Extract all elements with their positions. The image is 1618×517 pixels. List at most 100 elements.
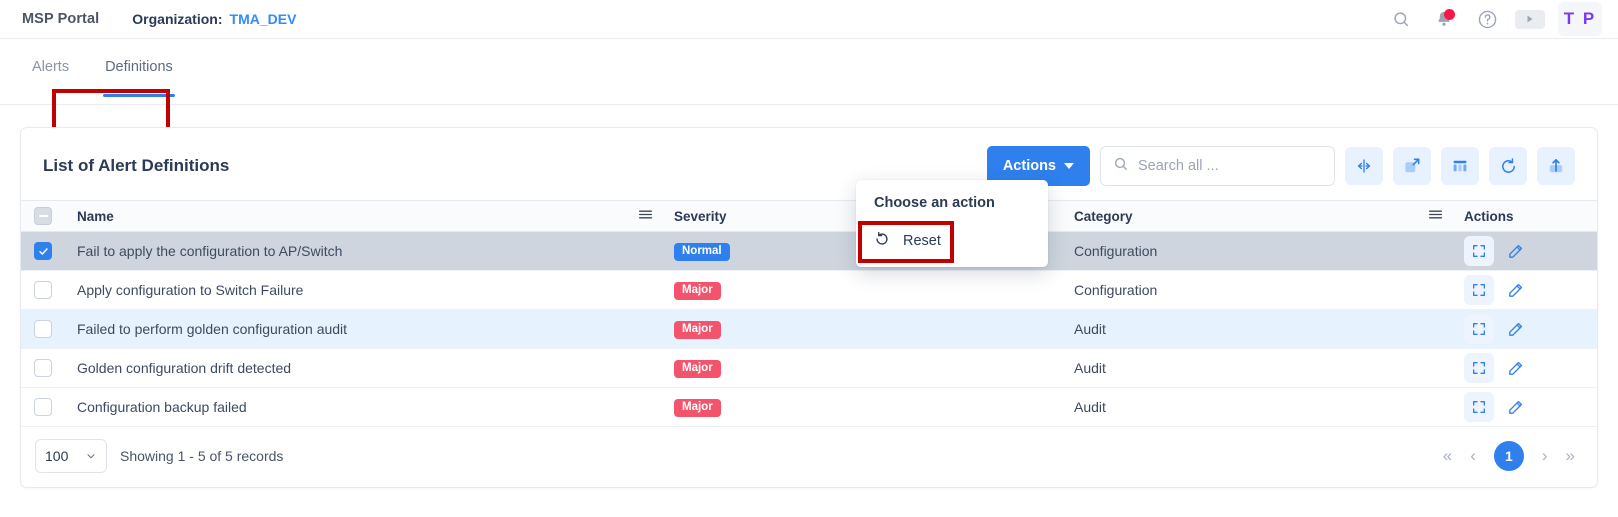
- top-bar: MSP Portal Organization: TMA_DEV: [0, 0, 1618, 39]
- table-footer: 100 Showing 1 - 5 of 5 records « ‹ 1 › »: [21, 427, 1597, 487]
- cell-name: Apply configuration to Switch Failure: [65, 271, 662, 310]
- status-badge: Major: [674, 282, 721, 301]
- row-checkbox[interactable]: [34, 242, 52, 260]
- table-row[interactable]: Apply configuration to Switch Failure Maj…: [21, 271, 1597, 310]
- expand-icon[interactable]: [1393, 147, 1431, 185]
- table-row[interactable]: Failed to perform golden configuration a…: [21, 310, 1597, 349]
- table-row[interactable]: Golden configuration drift detectedMajor…: [21, 349, 1597, 388]
- top-bar-actions: T P: [1386, 2, 1602, 36]
- row-select-cell: [21, 271, 65, 310]
- export-upload-icon[interactable]: [1537, 147, 1575, 185]
- expand-details-icon[interactable]: [1464, 353, 1494, 383]
- column-header-actions-label: Actions: [1464, 209, 1514, 224]
- expand-details-icon[interactable]: [1464, 236, 1494, 266]
- column-header-category[interactable]: Category: [1062, 201, 1452, 232]
- chevron-down-icon: [85, 450, 97, 462]
- cell-severity: Major: [662, 271, 1062, 310]
- refresh-icon[interactable]: [1489, 147, 1527, 185]
- row-checkbox[interactable]: [34, 398, 52, 416]
- cell-name: Golden configuration drift detected: [65, 349, 662, 388]
- cell-category: Audit: [1062, 349, 1452, 388]
- search-icon[interactable]: [1386, 4, 1416, 34]
- tab-bar: Alerts Definitions: [0, 39, 1618, 105]
- organization-value[interactable]: TMA_DEV: [230, 11, 297, 27]
- avatar[interactable]: T P: [1558, 2, 1602, 36]
- table-header-row: Name Severity Category: [21, 201, 1597, 232]
- row-action-group: [1464, 236, 1585, 266]
- cell-category: Configuration: [1062, 232, 1452, 271]
- tab-alerts[interactable]: Alerts: [14, 39, 87, 105]
- alert-definitions-table: Name Severity Category: [21, 200, 1597, 427]
- page-content: List of Alert Definitions Actions: [0, 105, 1618, 488]
- edit-pencil-icon[interactable]: [1500, 353, 1530, 383]
- notifications-bell-icon[interactable]: [1429, 4, 1459, 34]
- cell-category: Audit: [1062, 310, 1452, 349]
- cell-name: Configuration backup failed: [65, 388, 662, 427]
- status-badge: Major: [674, 399, 721, 418]
- row-action-group: [1464, 353, 1585, 383]
- column-menu-icon[interactable]: [1428, 209, 1443, 224]
- cell-severity: Major: [662, 388, 1062, 427]
- reset-rotate-icon: [874, 231, 890, 251]
- page-title: List of Alert Definitions: [43, 156, 229, 176]
- row-checkbox[interactable]: [34, 281, 52, 299]
- table-row[interactable]: Fail to apply the configuration to AP/Sw…: [21, 232, 1597, 271]
- pagination-last[interactable]: »: [1566, 446, 1575, 466]
- pagination-prev[interactable]: ‹: [1470, 446, 1476, 466]
- edit-pencil-icon[interactable]: [1500, 392, 1530, 422]
- edit-pencil-icon[interactable]: [1500, 275, 1530, 305]
- pagination-page-1[interactable]: 1: [1494, 441, 1524, 471]
- pagination-next[interactable]: ›: [1542, 446, 1548, 466]
- actions-button-label: Actions: [1003, 158, 1056, 174]
- row-checkbox[interactable]: [34, 359, 52, 377]
- play-icon[interactable]: [1515, 10, 1545, 29]
- table-body: Fail to apply the configuration to AP/Sw…: [21, 232, 1597, 427]
- card-header-tools: Actions: [987, 146, 1575, 186]
- cell-actions: [1452, 232, 1597, 271]
- cell-category: Audit: [1062, 388, 1452, 427]
- column-header-name-label: Name: [77, 209, 114, 224]
- dropdown-title: Choose an action: [856, 192, 1048, 225]
- notification-badge-dot: [1444, 9, 1455, 20]
- app-brand: MSP Portal: [22, 11, 99, 27]
- column-header-name[interactable]: Name: [65, 201, 662, 232]
- expand-details-icon[interactable]: [1464, 392, 1494, 422]
- status-badge: Major: [674, 321, 721, 340]
- expand-details-icon[interactable]: [1464, 275, 1494, 305]
- menu-item-reset[interactable]: Reset: [856, 225, 1048, 257]
- records-summary: Showing 1 - 5 of 5 records: [120, 448, 283, 464]
- row-checkbox[interactable]: [34, 320, 52, 338]
- row-select-cell: [21, 232, 65, 271]
- tab-definitions[interactable]: Definitions: [87, 39, 191, 105]
- help-circle-icon[interactable]: [1472, 4, 1502, 34]
- status-badge: Normal: [674, 243, 730, 262]
- select-all-checkbox[interactable]: [34, 207, 52, 225]
- row-action-group: [1464, 314, 1585, 344]
- search-input[interactable]: [1138, 158, 1322, 174]
- column-header-category-label: Category: [1074, 209, 1133, 224]
- column-header-actions: Actions: [1452, 201, 1597, 232]
- edit-pencil-icon[interactable]: [1500, 314, 1530, 344]
- column-chooser-icon[interactable]: [1441, 147, 1479, 185]
- cell-actions: [1452, 271, 1597, 310]
- pagination-first[interactable]: «: [1443, 446, 1452, 466]
- cell-severity: Major: [662, 349, 1062, 388]
- edit-pencil-icon[interactable]: [1500, 236, 1530, 266]
- column-header-severity-label: Severity: [674, 209, 727, 224]
- table-row[interactable]: Configuration backup failed Major Audit: [21, 388, 1597, 427]
- row-action-group: [1464, 392, 1585, 422]
- fit-columns-icon[interactable]: [1345, 147, 1383, 185]
- cell-actions: [1452, 349, 1597, 388]
- alert-definitions-card: List of Alert Definitions Actions: [20, 127, 1598, 488]
- organization-selector[interactable]: Organization: TMA_DEV: [132, 11, 296, 27]
- search-icon: [1113, 156, 1129, 177]
- expand-details-icon[interactable]: [1464, 314, 1494, 344]
- indeterminate-dash-icon: [39, 215, 48, 217]
- page-size-select[interactable]: 100: [35, 439, 107, 473]
- search-box[interactable]: [1100, 146, 1335, 186]
- organization-label: Organization:: [132, 11, 222, 27]
- actions-dropdown-menu: Choose an action Reset: [856, 180, 1048, 267]
- cell-severity: Major: [662, 310, 1062, 349]
- table-header: Name Severity Category: [21, 201, 1597, 232]
- column-menu-icon[interactable]: [638, 209, 653, 224]
